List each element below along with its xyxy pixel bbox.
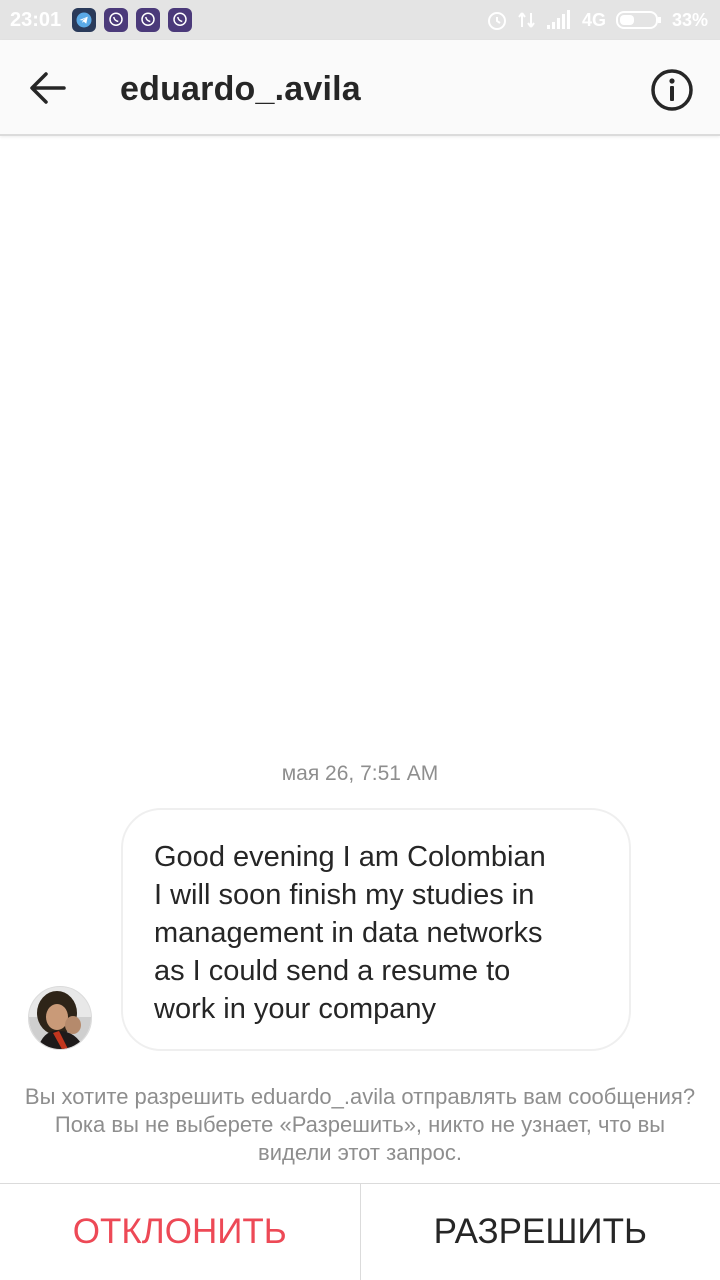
battery-level: 33% bbox=[671, 9, 708, 30]
decline-button[interactable]: ОТКЛОНИТЬ bbox=[0, 1184, 361, 1280]
viber-icon bbox=[136, 8, 160, 32]
notification-icons bbox=[72, 8, 192, 32]
telegram-icon bbox=[72, 8, 96, 32]
message-bubble[interactable]: Good evening I am Colombian I will soon … bbox=[121, 808, 631, 1051]
back-button[interactable] bbox=[22, 62, 74, 114]
status-bar: 23:01 4G 33% bbox=[0, 0, 720, 40]
conversation-header: eduardo_.avila bbox=[0, 40, 720, 136]
battery-icon bbox=[615, 11, 661, 29]
message-timestamp: мая 26, 7:51 AM bbox=[281, 762, 439, 785]
message-request-notice: Вы хотите разрешить eduardo_.avila отпра… bbox=[24, 1084, 696, 1165]
arrow-left-icon bbox=[30, 72, 66, 104]
status-right: 4G 33% bbox=[486, 9, 708, 31]
viber-icon bbox=[168, 8, 192, 32]
signal-icon bbox=[546, 10, 570, 29]
network-type: 4G bbox=[581, 9, 606, 30]
info-button[interactable] bbox=[644, 62, 700, 118]
info-circle-icon bbox=[651, 69, 693, 111]
avatar[interactable] bbox=[28, 986, 92, 1050]
viber-icon bbox=[104, 8, 128, 32]
allow-button[interactable]: РАЗРЕШИТЬ bbox=[361, 1184, 720, 1280]
message-text: Good evening I am Colombian I will soon … bbox=[154, 841, 546, 1025]
request-action-bar: ОТКЛОНИТЬ РАЗРЕШИТЬ bbox=[0, 1183, 720, 1280]
username-title[interactable]: eduardo_.avila bbox=[120, 70, 361, 109]
status-time: 23:01 bbox=[10, 8, 62, 31]
alarm-icon bbox=[487, 12, 506, 30]
signal-off-icon bbox=[518, 12, 535, 28]
